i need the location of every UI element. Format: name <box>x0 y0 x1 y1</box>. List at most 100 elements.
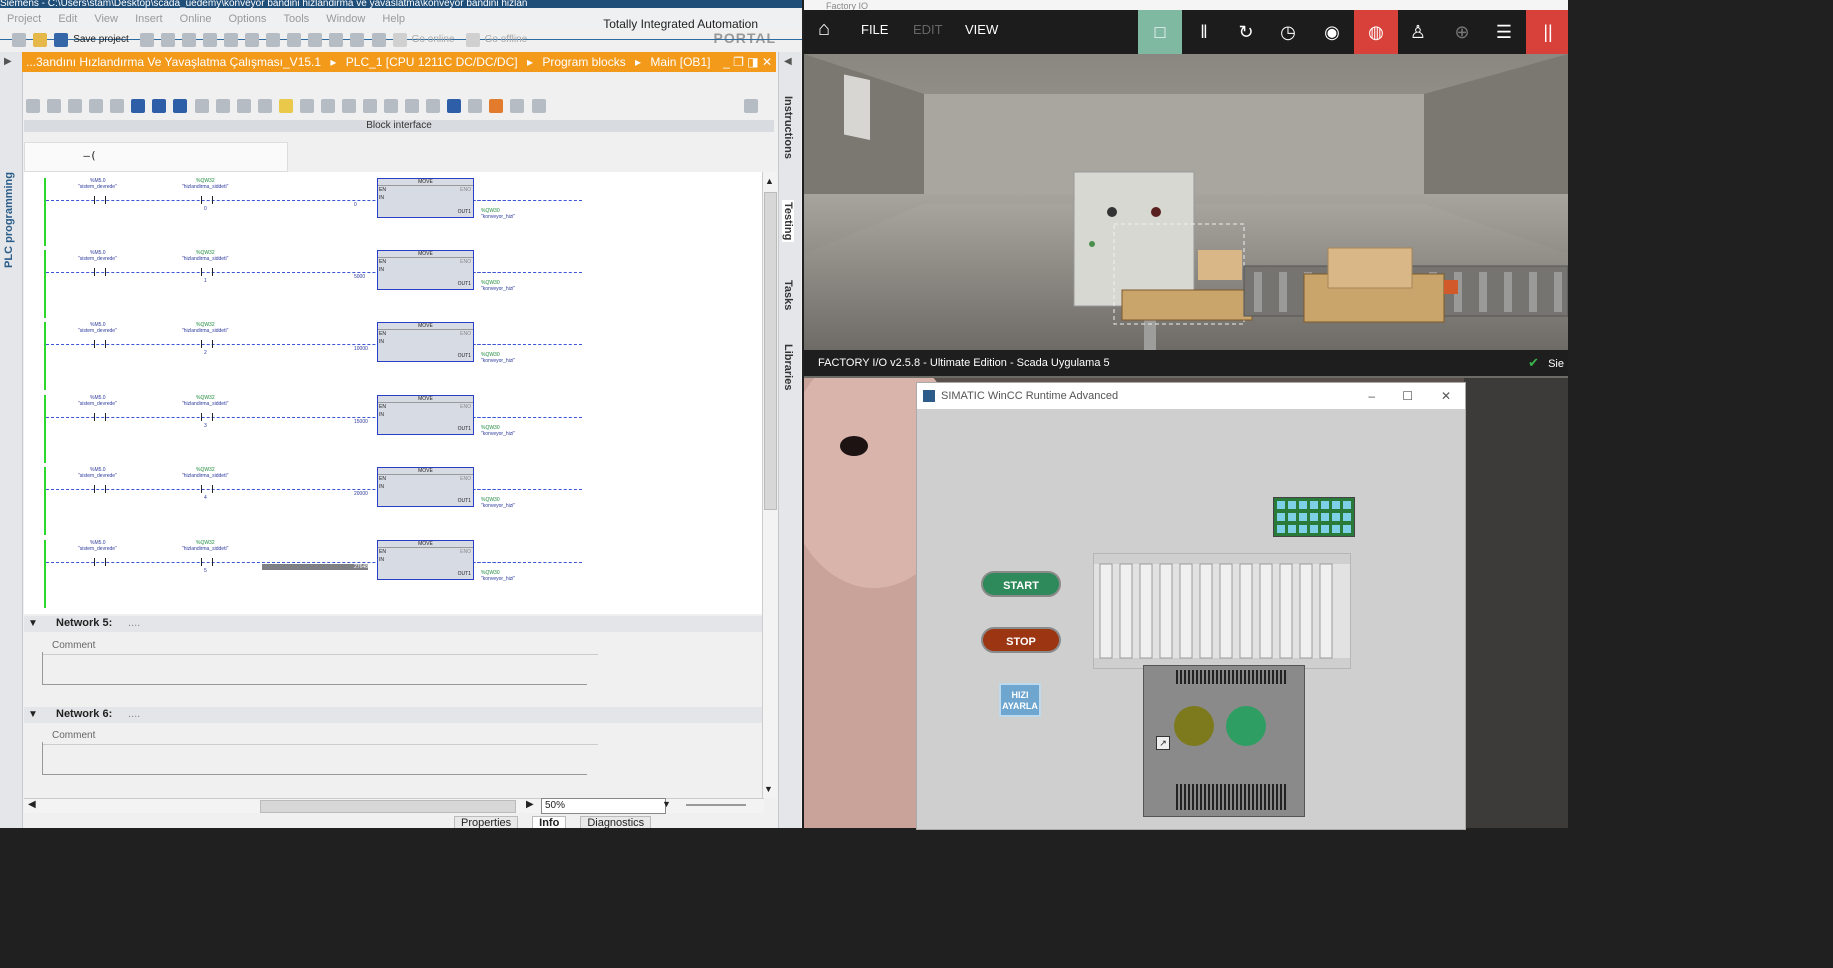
move-block[interactable]: MOVE EN ENO IN OUT1 <box>377 540 474 580</box>
split-icon[interactable] <box>287 33 302 47</box>
start-button[interactable]: START <box>981 571 1061 597</box>
network-6-header[interactable]: ▼ Network 6:.... <box>24 707 762 723</box>
simulation-icon[interactable] <box>371 33 386 47</box>
contact-1[interactable] <box>94 558 106 566</box>
menu-view[interactable]: VIEW <box>965 22 998 37</box>
chart-icon[interactable] <box>489 99 504 113</box>
menu-project[interactable]: Project <box>7 10 41 28</box>
settings-icon[interactable] <box>744 99 758 113</box>
chevron-down-icon[interactable]: ▼ <box>662 799 671 809</box>
breadcrumb-main[interactable]: Main [OB1] <box>650 55 710 69</box>
copy-icon[interactable] <box>181 33 196 47</box>
compare-contact[interactable] <box>201 268 213 276</box>
driver-name[interactable]: Sie <box>1548 358 1564 370</box>
menu-window[interactable]: Window <box>326 10 365 28</box>
menu-tools[interactable]: Tools <box>283 10 309 28</box>
go-online-button[interactable]: Go online <box>412 30 455 50</box>
collapse-icon[interactable]: ◀ <box>784 56 792 67</box>
block-icon[interactable] <box>110 99 125 113</box>
open-all-icon[interactable] <box>215 99 230 113</box>
rung-4[interactable]: %M5.0 "sistem_devrede" %QW32 "hizlandirma_s… <box>24 467 762 535</box>
favorites-icon[interactable] <box>194 99 209 113</box>
scroll-thumb[interactable] <box>764 192 777 510</box>
go-offline-icon[interactable] <box>465 33 480 47</box>
contact-1[interactable] <box>94 268 106 276</box>
delete-network-icon[interactable] <box>47 99 62 113</box>
menu-online[interactable]: Online <box>180 10 212 28</box>
rung-5[interactable]: %M5.0 "sistem_devrede" %QW32 "hizlandirma_s… <box>24 540 762 608</box>
delete-icon[interactable] <box>224 33 239 47</box>
db-icon[interactable] <box>531 99 546 113</box>
switch-icon[interactable]: ↗ <box>1156 736 1170 750</box>
zoom-slider[interactable] <box>686 804 746 806</box>
download-icon[interactable] <box>329 33 344 47</box>
menu-help[interactable]: Help <box>382 10 405 28</box>
expand-icon[interactable]: ▶ <box>4 56 12 67</box>
edit-mode-icon[interactable]: □ <box>1138 10 1182 54</box>
network-5-body[interactable] <box>42 652 587 685</box>
move-block[interactable]: MOVE EN ENO IN OUT1 <box>377 467 474 507</box>
reset-icon[interactable]: ↻ <box>1224 10 1268 54</box>
open-project-icon[interactable] <box>33 33 48 47</box>
go-online-icon[interactable] <box>392 33 407 47</box>
glasses-icon[interactable] <box>510 99 525 113</box>
compare-icon[interactable] <box>341 99 356 113</box>
first-person-icon[interactable]: ♙ <box>1396 10 1440 54</box>
menu-view[interactable]: View <box>94 10 118 28</box>
breadcrumb-plc[interactable]: PLC_1 [CPU 1211C DC/DC/DC] <box>346 55 518 69</box>
breadcrumb-project[interactable]: ...3andını Hızlandırma Ve Yavaşlatma Çal… <box>26 55 321 69</box>
navigate-icon[interactable] <box>320 99 335 113</box>
contact-1[interactable] <box>94 196 106 204</box>
upload-icon[interactable] <box>350 33 365 47</box>
rung-0[interactable]: %M5.0 "sistem_devrede" %QW32 "hizlandirma_s… <box>24 178 762 246</box>
timer-icon[interactable]: ◷ <box>1266 10 1310 54</box>
compare-contact[interactable] <box>201 196 213 204</box>
io-field-display[interactable] <box>1273 497 1355 537</box>
contact-1[interactable] <box>94 413 106 421</box>
set-speed-button[interactable]: HIZI AYARLA <box>999 683 1041 717</box>
outdent-icon[interactable] <box>384 99 399 113</box>
compare-contact[interactable] <box>201 340 213 348</box>
plc-programming-tab[interactable]: PLC programming <box>3 172 15 268</box>
absolute-operands-icon[interactable] <box>152 99 167 113</box>
list-icon[interactable]: ☰ <box>1482 10 1526 54</box>
print-icon[interactable] <box>139 33 154 47</box>
compare-contact[interactable] <box>201 413 213 421</box>
insert-row-icon[interactable] <box>68 99 83 113</box>
maximize-icon[interactable]: ☐ <box>1402 383 1413 409</box>
move-block[interactable]: MOVE EN ENO IN OUT1 <box>377 250 474 290</box>
rung-1[interactable]: %M5.0 "sistem_devrede" %QW32 "hizlandirma_s… <box>24 250 762 318</box>
factory-3d-scene[interactable] <box>804 54 1568 350</box>
redo-icon[interactable] <box>266 33 281 47</box>
home-icon[interactable]: ⌂ <box>818 18 830 41</box>
rung-3[interactable]: %M5.0 "sistem_devrede" %QW32 "hizlandirma_s… <box>24 395 762 463</box>
go-offline-button[interactable]: Go offline <box>485 30 528 50</box>
insert-network-icon[interactable] <box>26 99 40 113</box>
vertical-scrollbar[interactable]: ▲ ▼ <box>762 172 777 798</box>
crosshair-icon[interactable]: ⊕ <box>1440 10 1484 54</box>
move-block[interactable]: MOVE EN ENO IN OUT1 <box>377 178 474 218</box>
network-view-icon[interactable] <box>131 99 146 113</box>
menu-edit[interactable]: Edit <box>58 10 77 28</box>
window-controls[interactable]: _ ❐ ◨ ✕ <box>723 52 772 72</box>
stop-button[interactable]: STOP <box>981 627 1061 653</box>
tab-tasks[interactable]: Tasks <box>782 280 794 310</box>
compare-contact[interactable] <box>201 558 213 566</box>
compare-contact[interactable] <box>201 485 213 493</box>
compile-icon[interactable] <box>308 33 323 47</box>
indent-icon[interactable] <box>363 99 377 113</box>
menu-insert[interactable]: Insert <box>135 10 163 28</box>
close-icon[interactable]: ✕ <box>1441 383 1451 409</box>
remove-row-icon[interactable] <box>89 99 104 113</box>
tab-properties[interactable]: Properties <box>454 816 519 828</box>
network-6-body[interactable] <box>42 742 587 775</box>
goto-icon[interactable] <box>257 99 272 113</box>
sensor-icon[interactable]: ◍ <box>1354 10 1398 54</box>
network-5-header[interactable]: ▼ Network 5:.... <box>24 616 762 632</box>
breadcrumb-program-blocks[interactable]: Program blocks <box>542 55 625 69</box>
contact-1[interactable] <box>94 340 106 348</box>
run-icon[interactable] <box>447 99 462 113</box>
star-icon[interactable] <box>278 99 293 113</box>
paste-icon[interactable] <box>203 33 218 47</box>
save-project-button[interactable]: Save project <box>73 30 129 50</box>
